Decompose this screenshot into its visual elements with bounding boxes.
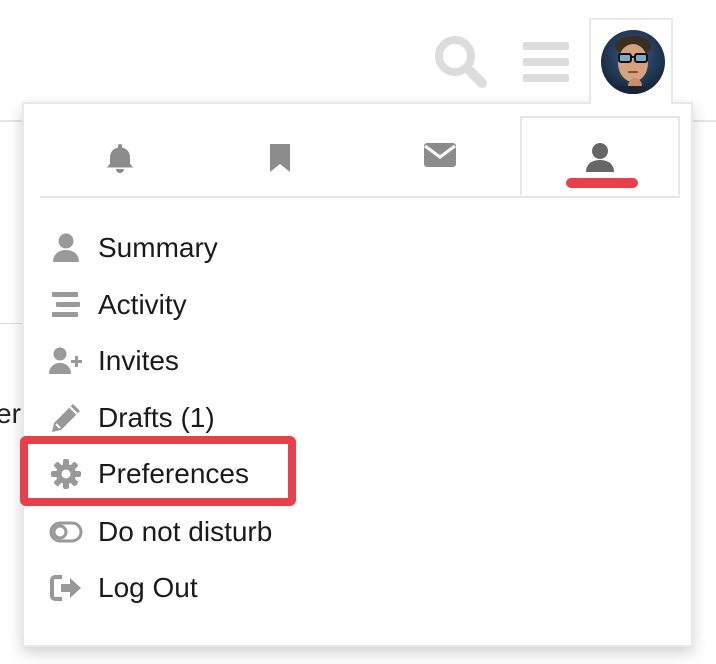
menu-item-drafts[interactable]: Drafts (1) bbox=[48, 398, 215, 438]
stream-icon bbox=[48, 287, 84, 323]
user-icon bbox=[586, 143, 614, 172]
tab-profile[interactable] bbox=[520, 116, 680, 196]
background-partial-text: er bbox=[0, 398, 21, 429]
sign-out-icon bbox=[48, 570, 84, 606]
search-icon[interactable] bbox=[432, 33, 488, 89]
user-icon bbox=[48, 230, 84, 266]
bell-icon bbox=[107, 144, 133, 173]
background-divider bbox=[0, 323, 22, 324]
cog-icon bbox=[48, 456, 84, 492]
menu-item-do-not-disturb[interactable]: Do not disturb bbox=[48, 512, 272, 552]
menu-item-label: Do not disturb bbox=[98, 516, 273, 547]
menu-item-activity[interactable]: Activity bbox=[48, 285, 187, 325]
tab-bookmarks[interactable] bbox=[200, 118, 360, 196]
avatar[interactable] bbox=[601, 30, 665, 94]
menu-item-invites[interactable]: Invites bbox=[48, 341, 179, 381]
menu-item-label: Drafts (1) bbox=[98, 402, 215, 433]
toggle-off-icon bbox=[48, 514, 84, 550]
menu-item-label: Activity bbox=[98, 289, 187, 320]
user-plus-icon bbox=[48, 343, 84, 379]
menu-item-log-out[interactable]: Log Out bbox=[48, 568, 198, 608]
user-menu-tabs bbox=[40, 116, 680, 198]
menu-item-label: Invites bbox=[98, 345, 179, 376]
envelope-icon bbox=[424, 143, 456, 167]
tab-notifications[interactable] bbox=[40, 118, 200, 196]
avatar-image bbox=[601, 30, 665, 94]
menu-item-label: Log Out bbox=[98, 572, 198, 603]
tab-messages[interactable] bbox=[360, 118, 520, 196]
pencil-icon bbox=[48, 400, 84, 436]
user-menu-panel: Summary Activity Invites Drafts (1) Pref… bbox=[22, 102, 693, 647]
bookmark-icon bbox=[270, 144, 290, 172]
active-tab-underline bbox=[566, 178, 638, 188]
page: er Summary Activity Invites Drafts (1) P… bbox=[0, 0, 716, 664]
menu-item-preferences[interactable]: Preferences bbox=[48, 454, 249, 494]
menu-item-label: Summary bbox=[98, 232, 218, 263]
user-menu-toggle[interactable] bbox=[589, 18, 673, 104]
hamburger-icon[interactable] bbox=[522, 38, 570, 86]
menu-item-summary[interactable]: Summary bbox=[48, 228, 218, 268]
menu-item-label: Preferences bbox=[98, 458, 249, 489]
